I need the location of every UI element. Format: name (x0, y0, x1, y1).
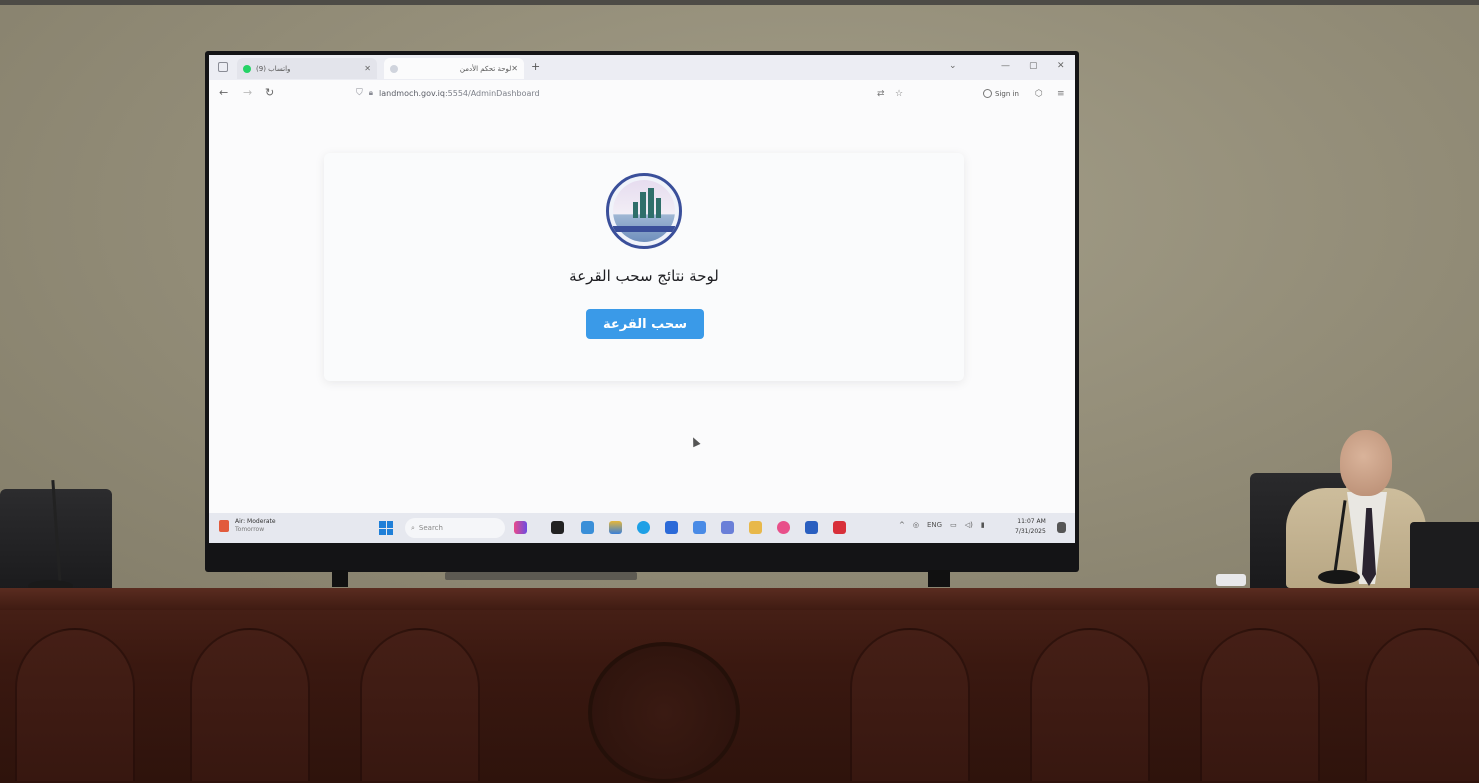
tv-leg (332, 570, 348, 587)
edge-browser-icon[interactable] (637, 521, 650, 534)
weather-title: Air: Moderate (235, 518, 276, 525)
lock-icon: 🔒︎ (368, 88, 374, 97)
network-icon[interactable]: ◎ (913, 521, 919, 529)
weather-subtitle: Tomorrow (235, 526, 265, 533)
widgets-icon[interactable] (514, 521, 527, 534)
app-icon[interactable] (693, 521, 706, 534)
desk-panel (850, 628, 970, 783)
paper (1216, 574, 1246, 586)
dashboard-card: لوحة نتائج سحب القرعة سحب القرعة (324, 153, 964, 381)
system-tray: ^ ◎ ENG ▭ ◁) ▮ (899, 521, 985, 529)
taskbar-clock[interactable]: 11:07 AM 7/31/2025 (1015, 517, 1046, 537)
right-microphone-base (1318, 570, 1360, 584)
taskbar-search[interactable]: ⌕ Search (405, 518, 505, 538)
logo-building (640, 192, 646, 218)
close-icon[interactable]: ✕ (511, 64, 518, 73)
address-bar[interactable]: ⛉ 🔒︎ landmoch.gov.iq :5554/AdminDashboar… (352, 84, 912, 102)
shield-icon: ⛉ (356, 88, 363, 98)
notification-bell-icon[interactable] (1057, 522, 1066, 533)
word-icon[interactable] (805, 521, 818, 534)
weather-icon (219, 520, 229, 532)
url-path: :5554/AdminDashboard (444, 88, 540, 98)
bookmark-star-icon[interactable]: ☆ (895, 89, 903, 99)
draw-lottery-button[interactable]: سحب القرعة (586, 309, 704, 339)
tv-screen: واتساب (9) ✕ لوحة تحكم الأدمن ✕ + ⌄ — ▢ … (209, 55, 1075, 543)
whatsapp-icon (243, 64, 251, 73)
logo-building (633, 202, 638, 218)
maximize-button[interactable]: ▢ (1029, 61, 1038, 71)
user-avatar-icon (983, 89, 992, 98)
logo-building (648, 188, 654, 218)
pdf-reader-icon[interactable] (833, 521, 846, 534)
laptop (1410, 522, 1479, 588)
logo-building (656, 198, 661, 218)
page-icon (390, 64, 398, 73)
language-indicator[interactable]: ENG (927, 521, 942, 529)
page-title: لوحة نتائج سحب القرعة (569, 267, 719, 285)
tab-admin-dashboard[interactable]: لوحة تحكم الأدمن ✕ (384, 58, 524, 79)
desk-top (0, 588, 1479, 610)
url-host: landmoch.gov.iq (379, 88, 445, 98)
new-tab-button[interactable]: + (531, 60, 540, 73)
file-explorer-icon[interactable] (749, 521, 762, 534)
sign-in-label: Sign in (995, 89, 1019, 98)
close-window-button[interactable]: ✕ (1057, 61, 1065, 71)
logo-band (613, 226, 675, 232)
monitor-icon[interactable]: ▭ (950, 521, 957, 529)
chevron-up-icon[interactable]: ^ (899, 521, 905, 529)
desk-panel (1200, 628, 1320, 783)
tv-stand (445, 572, 637, 580)
extensions-icon[interactable]: ⬡ (1035, 89, 1043, 99)
app-icon[interactable] (581, 521, 594, 534)
tab-whatsapp[interactable]: واتساب (9) ✕ (237, 58, 377, 79)
desk-panel (1030, 628, 1150, 783)
browser-toolbar: ← → ↻ ⛉ 🔒︎ landmoch.gov.iq :5554/AdminDa… (209, 80, 1075, 106)
close-icon[interactable]: ✕ (364, 64, 371, 73)
volume-icon[interactable]: ◁) (965, 521, 973, 529)
back-arrow-icon[interactable]: ← (219, 86, 228, 99)
presenter-head (1340, 430, 1392, 496)
forward-arrow-icon[interactable]: → (243, 86, 252, 99)
reload-icon[interactable]: ↻ (265, 86, 274, 99)
task-view-icon[interactable] (551, 521, 564, 534)
desk-panel (190, 628, 310, 783)
search-icon: ⌕ (411, 523, 415, 532)
clock-time: 11:07 AM (1017, 518, 1046, 525)
app-icon[interactable] (721, 521, 734, 534)
app-icon[interactable] (777, 521, 790, 534)
sign-in-button[interactable]: Sign in (983, 89, 1019, 98)
desk-panel (15, 628, 135, 783)
tab-title: واتساب (9) (256, 64, 291, 73)
ministry-logo (606, 173, 682, 249)
battery-icon[interactable]: ▮ (981, 521, 985, 529)
desk-panel (1365, 628, 1479, 783)
tab-actions-icon[interactable] (218, 62, 228, 72)
mouse-cursor-icon (689, 435, 701, 448)
menu-icon[interactable]: ≡ (1057, 89, 1065, 99)
chevron-down-icon[interactable]: ⌄ (949, 61, 957, 71)
search-placeholder: Search (418, 524, 443, 532)
windows-taskbar: Air: Moderate Tomorrow ⌕ Search ^ ◎ ENG … (209, 513, 1075, 543)
browser-tab-bar: واتساب (9) ✕ لوحة تحكم الأدمن ✕ + ⌄ — ▢ … (209, 55, 1075, 80)
minimize-button[interactable]: — (1001, 61, 1010, 71)
windows-start-icon[interactable] (379, 521, 393, 535)
translate-icon[interactable]: ⇄ (877, 89, 885, 99)
tab-title: لوحة تحكم الأدمن (459, 64, 512, 73)
tv-leg (928, 570, 950, 587)
desk-emblem (588, 642, 740, 783)
clock-date: 7/31/2025 (1015, 528, 1046, 535)
weather-widget[interactable]: Air: Moderate Tomorrow (219, 518, 276, 534)
app-icon[interactable] (609, 521, 622, 534)
app-icon[interactable] (665, 521, 678, 534)
top-strip (0, 0, 1479, 5)
logo-emblem (613, 180, 675, 242)
desk-panel (360, 628, 480, 783)
